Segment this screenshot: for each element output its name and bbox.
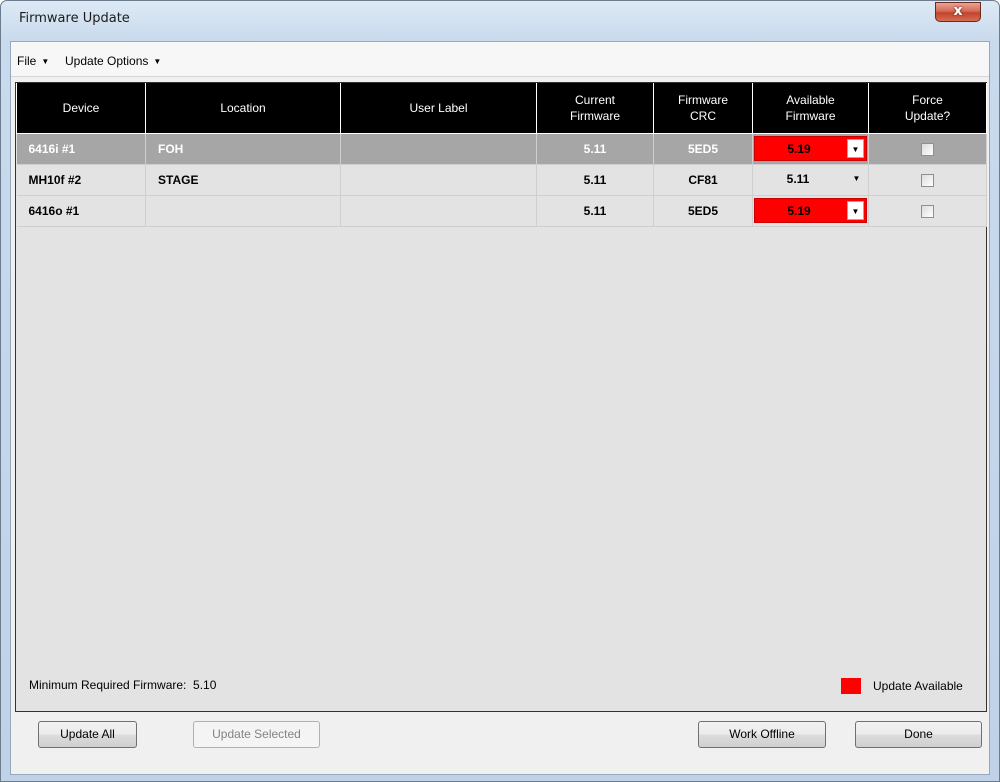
table-header-row: Device Location User Label Current Firmwa… [16, 83, 987, 134]
cell-device: MH10f #2 [16, 164, 146, 196]
chevron-down-icon: ▼ [153, 57, 162, 66]
column-header-available-firmware[interactable]: Available Firmware [752, 83, 869, 134]
cell-current-firmware: 5.11 [536, 195, 654, 227]
available-firmware-value: 5.19 [787, 204, 811, 218]
table-row[interactable]: 6416o #1 5.11 5ED5 5.19 ▼ [16, 195, 987, 227]
cell-user-label[interactable] [340, 133, 537, 165]
update-options-menu-label: Update Options [65, 54, 149, 68]
file-menu-label: File [17, 54, 37, 68]
cell-location[interactable]: STAGE [145, 164, 341, 196]
close-button[interactable]: x [935, 2, 981, 22]
column-header-firmware-crc-line-1: Firmware [678, 93, 728, 107]
column-header-force-update-line-2: Update? [904, 109, 951, 123]
cell-firmware-crc: CF81 [653, 164, 753, 196]
cell-available-firmware: 5.19 ▼ [752, 195, 869, 227]
force-update-checkbox[interactable] [921, 174, 934, 188]
update-all-button[interactable]: Update All [38, 721, 137, 748]
cell-firmware-crc: 5ED5 [653, 133, 753, 165]
update-selected-button[interactable]: Update Selected [193, 721, 320, 748]
minimum-required-firmware: Minimum Required Firmware: 5.10 [29, 678, 217, 692]
cell-user-label[interactable] [340, 195, 537, 227]
table-row[interactable]: MH10f #2 STAGE 5.11 CF81 5.11 ▼ [16, 164, 987, 196]
device-table: Device Location User Label Current Firmwa… [16, 83, 987, 227]
cell-user-label[interactable] [340, 164, 537, 196]
column-header-force-update-line-1: Force [912, 93, 943, 107]
cell-firmware-crc: 5ED5 [653, 195, 753, 227]
column-header-current-firmware-line-1: Current [574, 93, 615, 107]
force-update-checkbox[interactable] [921, 143, 934, 157]
window-title: Firmware Update [19, 11, 130, 26]
force-update-checkbox[interactable] [921, 205, 934, 219]
column-header-location-label: Location [220, 101, 266, 115]
column-header-device[interactable]: Device [16, 83, 146, 134]
done-button[interactable]: Done [855, 721, 982, 748]
column-header-current-firmware-line-2: Firmware [570, 109, 620, 123]
available-firmware-value: 5.11 [786, 172, 810, 186]
cell-location[interactable] [145, 195, 341, 227]
column-header-user-label-label: User Label [409, 101, 468, 115]
file-menu[interactable]: File ▼ [17, 54, 49, 68]
cell-device: 6416o #1 [16, 195, 146, 227]
available-firmware-dropdown[interactable]: 5.11 ▼ [754, 167, 867, 192]
column-header-firmware-crc-line-2: CRC [690, 109, 716, 123]
column-header-available-firmware-line-2: Firmware [785, 109, 836, 123]
cell-force-update [868, 195, 987, 227]
cell-device: 6416i #1 [16, 133, 146, 165]
column-header-current-firmware[interactable]: Current Firmware [536, 83, 654, 134]
cell-location[interactable]: FOH [145, 133, 341, 165]
table-row[interactable]: 6416i #1 FOH 5.11 5ED5 5.19 ▼ [16, 133, 987, 165]
column-header-force-update[interactable]: Force Update? [868, 83, 987, 134]
column-header-user-label[interactable]: User Label [340, 83, 537, 134]
update-options-menu[interactable]: Update Options ▼ [65, 54, 161, 68]
column-header-firmware-crc[interactable]: Firmware CRC [653, 83, 753, 134]
cell-available-firmware: 5.19 ▼ [752, 133, 869, 165]
column-header-location[interactable]: Location [145, 83, 341, 134]
title-bar: Firmware Update x [1, 1, 999, 37]
menu-bar: File ▼ Update Options ▼ [11, 42, 989, 77]
client-area: File ▼ Update Options ▼ Device Location Us… [10, 41, 990, 775]
cell-force-update [868, 164, 987, 196]
chevron-down-icon[interactable]: ▼ [847, 201, 864, 220]
chevron-down-icon: ▼ [41, 57, 50, 66]
column-header-available-firmware-line-1: Available [786, 93, 835, 107]
firmware-update-window: Firmware Update x File ▼ Update Options ▼ … [0, 0, 1000, 782]
cell-available-firmware: 5.11 ▼ [752, 164, 869, 196]
column-header-device-label: Device [62, 101, 100, 115]
cell-force-update [868, 133, 987, 165]
chevron-down-icon[interactable]: ▼ [848, 169, 865, 188]
available-firmware-dropdown[interactable]: 5.19 ▼ [754, 136, 867, 161]
update-available-swatch [841, 678, 861, 694]
close-icon: x [953, 3, 963, 19]
chevron-down-icon[interactable]: ▼ [847, 139, 864, 158]
work-offline-button[interactable]: Work Offline [698, 721, 826, 748]
cell-current-firmware: 5.11 [536, 133, 654, 165]
device-grid: Device Location User Label Current Firmwa… [15, 82, 987, 712]
available-firmware-value: 5.19 [787, 142, 811, 156]
available-firmware-dropdown[interactable]: 5.19 ▼ [754, 198, 867, 223]
update-available-legend-label: Update Available [873, 679, 963, 693]
cell-current-firmware: 5.11 [536, 164, 654, 196]
